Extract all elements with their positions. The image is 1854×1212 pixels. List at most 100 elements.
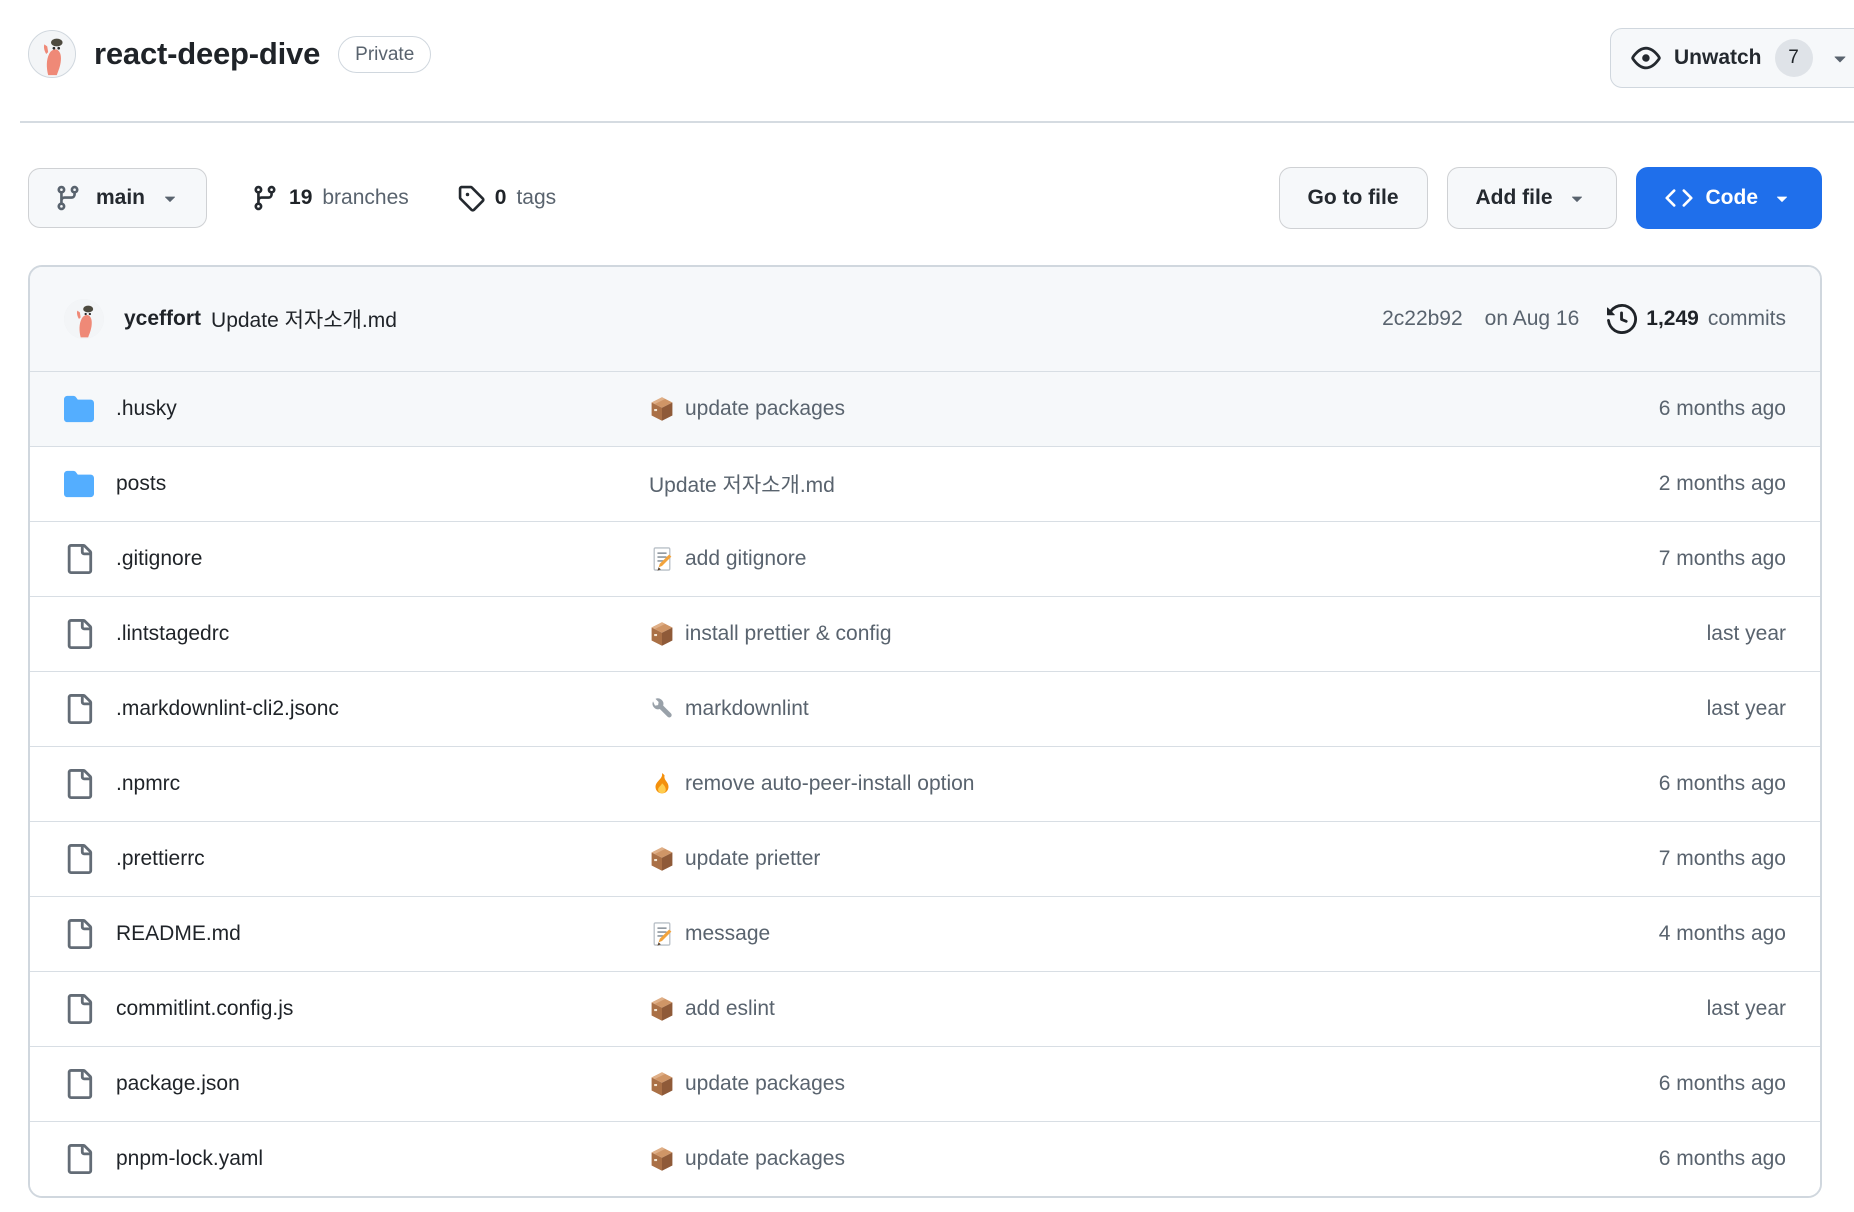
commits-count: 1,249 — [1646, 307, 1699, 331]
repo-toolbar: main 19 branches 0 tags Go to file Add f… — [28, 167, 1822, 229]
unwatch-label: Unwatch — [1674, 46, 1762, 70]
code-icon — [1665, 184, 1693, 212]
row-commit-date: last year — [1466, 622, 1786, 646]
commit-message-cell: update packages — [649, 396, 1466, 422]
file-name-cell: package.json — [64, 1069, 649, 1099]
commit-message-cell: update prietter — [649, 846, 1466, 872]
row-commit-message-link[interactable]: Update 저자소개.md — [649, 469, 835, 499]
file-name-link[interactable]: package.json — [116, 1072, 240, 1096]
commit-message-cell: install prettier & config — [649, 621, 1466, 647]
commit-message-cell: add eslint — [649, 996, 1466, 1022]
row-commit-message-link[interactable]: update prietter — [685, 847, 820, 871]
table-row[interactable]: .gitignore add gitignore 7 months ago — [30, 521, 1820, 596]
folder-icon — [64, 469, 94, 499]
file-name-link[interactable]: .husky — [116, 397, 177, 421]
commit-history-link[interactable]: 1,249 commits — [1607, 304, 1786, 334]
repo-header: react-deep-dive Private — [28, 30, 431, 78]
commit-message-cell: Update 저자소개.md — [649, 469, 1466, 499]
file-name-link[interactable]: .npmrc — [116, 772, 180, 796]
branches-count: 19 — [289, 186, 312, 210]
eye-icon — [1631, 43, 1661, 73]
table-row[interactable]: .markdownlint-cli2.jsonc markdownlint la… — [30, 671, 1820, 746]
file-icon — [64, 694, 94, 724]
branches-link[interactable]: 19 branches — [251, 184, 409, 212]
file-name-link[interactable]: .lintstagedrc — [116, 622, 229, 646]
go-to-file-button[interactable]: Go to file — [1279, 167, 1428, 229]
table-row[interactable]: .npmrc remove auto-peer-install option 6… — [30, 746, 1820, 821]
commit-author-avatar[interactable] — [64, 299, 104, 339]
commit-meta: 2c22b92 on Aug 16 1,249 commits — [1382, 304, 1786, 334]
row-commit-message-link[interactable]: add gitignore — [685, 547, 806, 571]
file-name-cell: pnpm-lock.yaml — [64, 1144, 649, 1174]
row-commit-date: last year — [1466, 997, 1786, 1021]
row-commit-date: 4 months ago — [1466, 922, 1786, 946]
commit-sha-link[interactable]: 2c22b92 — [1382, 307, 1463, 331]
repo-name-link[interactable]: react-deep-dive — [94, 36, 320, 72]
file-name-cell: commitlint.config.js — [64, 994, 649, 1024]
file-name-cell: README.md — [64, 919, 649, 949]
row-commit-message-link[interactable]: add eslint — [685, 997, 775, 1021]
chevron-down-icon — [1566, 187, 1588, 209]
file-name-cell: posts — [64, 469, 649, 499]
file-name-link[interactable]: .prettierrc — [116, 847, 205, 871]
tags-link[interactable]: 0 tags — [457, 184, 556, 212]
avatar-image — [29, 31, 75, 77]
file-name-link[interactable]: .markdownlint-cli2.jsonc — [116, 697, 339, 721]
package-emoji — [649, 396, 675, 422]
row-commit-message-link[interactable]: install prettier & config — [685, 622, 892, 646]
row-commit-message-link[interactable]: update packages — [685, 397, 845, 421]
row-commit-message-link[interactable]: update packages — [685, 1072, 845, 1096]
toolbar-actions: Go to file Add file Code — [1279, 167, 1823, 229]
chevron-down-icon — [1771, 187, 1793, 209]
branch-selector-button[interactable]: main — [28, 168, 207, 228]
file-name-link[interactable]: .gitignore — [116, 547, 202, 571]
commit-message-cell: message — [649, 921, 1466, 947]
commit-message-cell: markdownlint — [649, 696, 1466, 722]
file-name-link[interactable]: pnpm-lock.yaml — [116, 1147, 263, 1171]
file-name-link[interactable]: posts — [116, 472, 166, 496]
git-branch-icon — [54, 184, 82, 212]
table-row[interactable]: .lintstagedrc install prettier & config … — [30, 596, 1820, 671]
file-name-cell: .husky — [64, 394, 649, 424]
folder-icon — [64, 394, 94, 424]
file-name-link[interactable]: commitlint.config.js — [116, 997, 293, 1021]
table-row[interactable]: posts Update 저자소개.md 2 months ago — [30, 446, 1820, 521]
repo-stats: 19 branches 0 tags — [251, 184, 556, 212]
table-row[interactable]: pnpm-lock.yaml update packages 6 months … — [30, 1121, 1820, 1196]
row-commit-date: 7 months ago — [1466, 847, 1786, 871]
row-commit-message-link[interactable]: message — [685, 922, 770, 946]
file-name-link[interactable]: README.md — [116, 922, 241, 946]
row-commit-message-link[interactable]: markdownlint — [685, 697, 809, 721]
repo-owner-avatar[interactable] — [28, 30, 76, 78]
table-row[interactable]: package.json update packages 6 months ag… — [30, 1046, 1820, 1121]
package-emoji — [649, 846, 675, 872]
file-icon — [64, 769, 94, 799]
row-commit-message-link[interactable]: remove auto-peer-install option — [685, 772, 975, 796]
commit-author-link[interactable]: yceffort — [124, 307, 201, 331]
file-icon — [64, 1069, 94, 1099]
row-commit-date: 6 months ago — [1466, 397, 1786, 421]
table-row[interactable]: README.md message 4 months ago — [30, 896, 1820, 971]
package-emoji — [649, 1071, 675, 1097]
code-button[interactable]: Code — [1636, 167, 1823, 229]
package-emoji — [649, 1146, 675, 1172]
row-commit-date: 6 months ago — [1466, 772, 1786, 796]
commit-message-link[interactable]: Update 저자소개.md — [211, 304, 397, 334]
visibility-badge: Private — [338, 36, 431, 73]
code-label: Code — [1706, 186, 1759, 210]
add-file-button[interactable]: Add file — [1447, 167, 1617, 229]
file-icon — [64, 619, 94, 649]
chevron-down-icon — [159, 187, 181, 209]
table-row[interactable]: .prettierrc update prietter 7 months ago — [30, 821, 1820, 896]
table-row[interactable]: commitlint.config.js add eslint last yea… — [30, 971, 1820, 1046]
current-branch-label: main — [96, 186, 145, 210]
commit-message-cell: remove auto-peer-install option — [649, 771, 1466, 797]
memo-emoji — [649, 546, 675, 572]
tag-icon — [457, 184, 485, 212]
file-name-cell: .lintstagedrc — [64, 619, 649, 649]
table-row[interactable]: .husky update packages 6 months ago — [30, 371, 1820, 446]
row-commit-message-link[interactable]: update packages — [685, 1147, 845, 1171]
wrench-emoji — [649, 696, 675, 722]
file-icon — [64, 844, 94, 874]
unwatch-button[interactable]: Unwatch 7 — [1610, 28, 1854, 88]
